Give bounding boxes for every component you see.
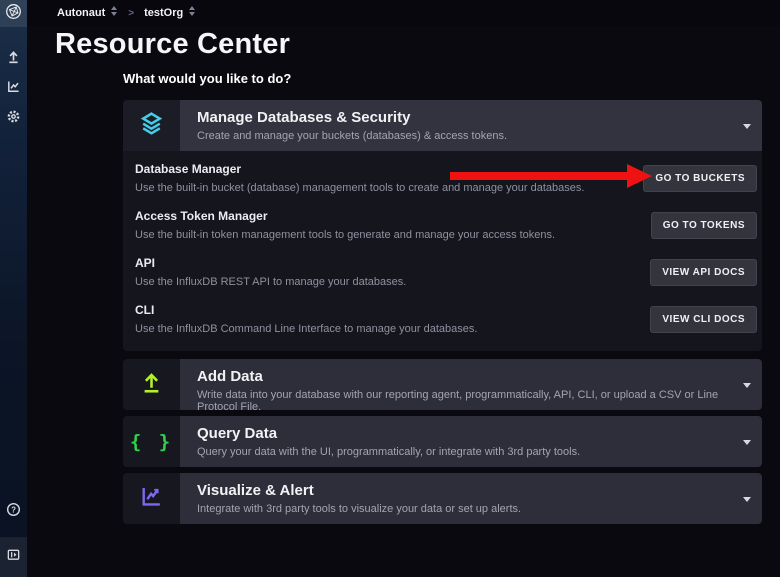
sidebar-item-home[interactable] <box>0 0 27 27</box>
row-text: CLI Use the InfluxDB Command Line Interf… <box>135 303 650 336</box>
breadcrumb-account-label: Autonaut <box>57 7 105 19</box>
card-title: Query Data <box>197 425 732 442</box>
app-window: ? Autonaut > <box>0 0 780 577</box>
row-text: Access Token Manager Use the built-in to… <box>135 209 651 242</box>
go-to-tokens-button[interactable]: GO TO TOKENS <box>651 212 757 239</box>
svg-text:?: ? <box>11 505 16 514</box>
card-header-text: Visualize & Alert Integrate with 3rd par… <box>180 473 762 524</box>
breadcrumb-org[interactable]: testOrg <box>144 4 196 22</box>
card-icon-cell <box>123 100 180 151</box>
resource-item-title: Access Token Manager <box>135 209 637 224</box>
card-icon-cell <box>123 359 180 410</box>
chevron-down-icon[interactable] <box>743 440 751 445</box>
resource-item-title: API <box>135 256 636 271</box>
row-text: Database Manager Use the built-in bucket… <box>135 162 643 195</box>
resource-item-description: Use the built-in bucket (database) manag… <box>135 181 629 195</box>
sidebar-nav <box>0 44 27 134</box>
chevron-down-icon[interactable] <box>743 383 751 388</box>
card-icon-cell <box>123 473 180 524</box>
chevron-down-icon[interactable] <box>743 497 751 502</box>
card-title: Visualize & Alert <box>197 482 732 499</box>
card-manage-databases-header[interactable]: Manage Databases & Security Create and m… <box>123 100 762 151</box>
card-query-data-header[interactable]: { } Query Data Query your data with the … <box>123 416 762 467</box>
card-header-text: Query Data Query your data with the UI, … <box>180 416 762 467</box>
sidebar-bottom: ? <box>0 497 27 577</box>
panel-toggle-icon <box>6 547 21 567</box>
sidebar-item-load-data[interactable] <box>0 44 27 74</box>
card-add-data-header[interactable]: Add Data Write data into your database w… <box>123 359 762 410</box>
card-title: Manage Databases & Security <box>197 109 732 126</box>
row-access-token-manager: Access Token Manager Use the built-in to… <box>135 202 757 249</box>
chevron-down-icon[interactable] <box>743 124 751 129</box>
go-to-buckets-button[interactable]: GO TO BUCKETS <box>643 165 757 192</box>
sidebar: ? <box>0 0 27 577</box>
card-query-data: { } Query Data Query your data with the … <box>123 416 762 467</box>
view-cli-docs-button[interactable]: VIEW CLI DOCS <box>650 306 757 333</box>
card-add-data: Add Data Write data into your database w… <box>123 359 762 410</box>
influxdata-logo-icon <box>5 3 22 25</box>
row-text: API Use the InfluxDB REST API to manage … <box>135 256 650 289</box>
view-api-docs-button[interactable]: VIEW API DOCS <box>650 259 757 286</box>
resource-item-description: Use the InfluxDB Command Line Interface … <box>135 322 636 336</box>
breadcrumb-org-label: testOrg <box>144 7 183 19</box>
card-description: Query your data with the UI, programmati… <box>197 446 732 458</box>
row-cli: CLI Use the InfluxDB Command Line Interf… <box>135 296 757 343</box>
card-manage-databases-body: Database Manager Use the built-in bucket… <box>123 151 762 351</box>
upload-icon <box>139 370 164 400</box>
sidebar-item-version[interactable] <box>0 537 27 577</box>
resource-item-title: CLI <box>135 303 636 318</box>
card-icon-cell: { } <box>123 416 180 467</box>
help-icon: ? <box>6 502 21 522</box>
card-description: Create and manage your buckets (database… <box>197 130 732 142</box>
graph-icon <box>6 79 21 99</box>
resource-item-description: Use the built-in token management tools … <box>135 228 637 242</box>
resource-item-description: Use the InfluxDB REST API to manage your… <box>135 275 636 289</box>
card-description: Integrate with 3rd party tools to visual… <box>197 503 732 515</box>
sidebar-item-settings[interactable] <box>0 104 27 134</box>
page-title: Resource Center <box>55 28 290 61</box>
sidebar-item-help[interactable]: ? <box>0 497 27 527</box>
chart-icon <box>139 484 164 514</box>
stack-icon <box>138 110 165 142</box>
resource-item-title: Database Manager <box>135 162 629 177</box>
page-subtitle: What would you like to do? <box>123 71 291 86</box>
sort-caret-icon <box>188 4 196 22</box>
card-title: Add Data <box>197 368 732 385</box>
card-description: Write data into your database with our r… <box>197 389 732 410</box>
gear-icon <box>6 109 21 129</box>
topbar: Autonaut > testOrg <box>27 0 780 26</box>
row-api: API Use the InfluxDB REST API to manage … <box>135 249 757 296</box>
breadcrumb-separator: > <box>128 8 134 19</box>
card-header-text: Add Data Write data into your database w… <box>180 359 762 410</box>
upload-icon <box>6 49 21 69</box>
card-header-text: Manage Databases & Security Create and m… <box>180 100 762 151</box>
card-visualize-alert-header[interactable]: Visualize & Alert Integrate with 3rd par… <box>123 473 762 524</box>
card-visualize-alert: Visualize & Alert Integrate with 3rd par… <box>123 473 762 524</box>
card-manage-databases: Manage Databases & Security Create and m… <box>123 100 762 351</box>
sort-caret-icon <box>110 4 118 22</box>
resource-cards: Manage Databases & Security Create and m… <box>123 100 762 524</box>
row-database-manager: Database Manager Use the built-in bucket… <box>135 155 757 202</box>
breadcrumb-account[interactable]: Autonaut <box>57 4 118 22</box>
sidebar-item-data-explorer[interactable] <box>0 74 27 104</box>
braces-icon: { } <box>130 431 173 453</box>
